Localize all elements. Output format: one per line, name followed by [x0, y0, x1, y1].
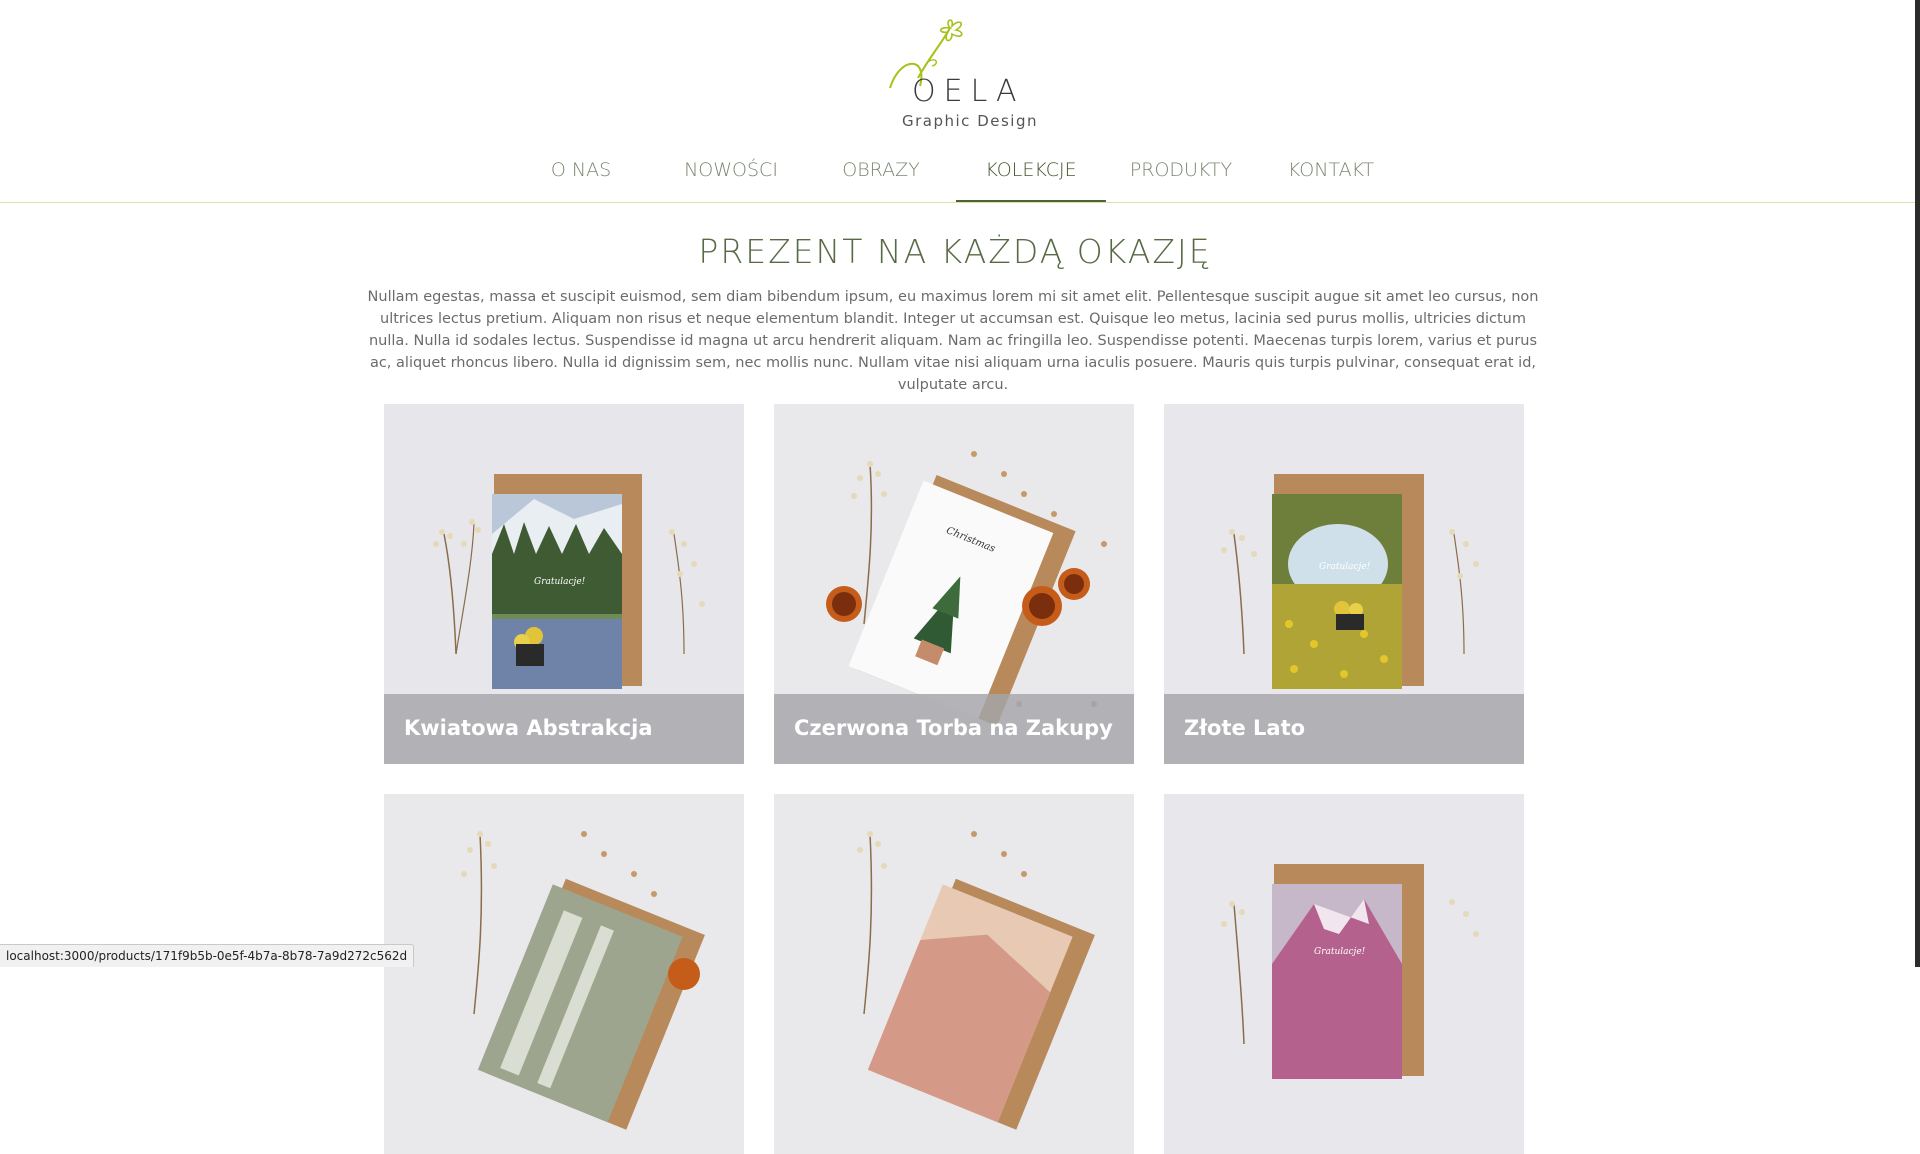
link-preview-statusbar: localhost:3000/products/171f9b5b-0e5f-4b…: [0, 944, 415, 967]
product-name: Czerwona Torba na Zakupy: [794, 716, 1113, 740]
product-caption: Kwiatowa Abstrakcja: [384, 694, 744, 764]
product-caption: Czerwona Torba na Zakupy: [774, 694, 1134, 764]
product-card[interactable]: [774, 794, 1134, 1154]
main-nav: O NAS NOWOŚCI OBRAZY KOLEKCJE PRODUKTY K…: [0, 140, 1920, 203]
card-greeting-text: Gratulacje!: [1319, 562, 1371, 572]
intro-paragraph: Nullam egestas, massa et suscipit euismo…: [367, 289, 1539, 393]
nav-item-obrazy[interactable]: OBRAZY: [831, 140, 931, 202]
product-photo: Gratulacje!: [1164, 794, 1524, 1154]
product-photo: [774, 794, 1134, 1154]
nav-item-kolekcje[interactable]: KOLEKCJE: [956, 140, 1106, 202]
product-card[interactable]: Gratulacje!: [1164, 794, 1524, 1154]
product-caption: Złote Lato: [1164, 694, 1524, 764]
product-name: Kwiatowa Abstrakcja: [404, 716, 653, 740]
page-title: PREZENT NA KAŻDĄ OKAZJĘ: [698, 232, 1212, 271]
logo-tagline: Graphic Design: [902, 112, 1038, 130]
nav-item-nowosci[interactable]: NOWOŚCI: [671, 140, 791, 202]
product-card[interactable]: Christmas Czerwona Torba na Zakupy: [774, 404, 1134, 764]
card-greeting-text: Gratulacje!: [534, 577, 586, 587]
nav-item-o-nas[interactable]: O NAS: [531, 140, 631, 202]
product-photo: [384, 794, 744, 1154]
product-card[interactable]: Gratulacje! Kwiatowa Abstrakcja: [384, 404, 744, 764]
site-logo[interactable]: OELA Graphic Design: [870, 16, 1050, 130]
product-card[interactable]: Gratulacje! Złote Lato: [1164, 404, 1524, 764]
card-greeting-text: Gratulacje!: [1314, 947, 1366, 957]
nav-item-kontakt[interactable]: KONTAKT: [1271, 140, 1391, 202]
nav-item-produkty[interactable]: PRODUKTY: [1121, 140, 1241, 202]
logo-wordmark: OELA: [912, 74, 1025, 109]
page-scrollbar[interactable]: [1915, 0, 1920, 967]
product-name: Złote Lato: [1184, 716, 1306, 740]
product-card[interactable]: [384, 794, 744, 1154]
